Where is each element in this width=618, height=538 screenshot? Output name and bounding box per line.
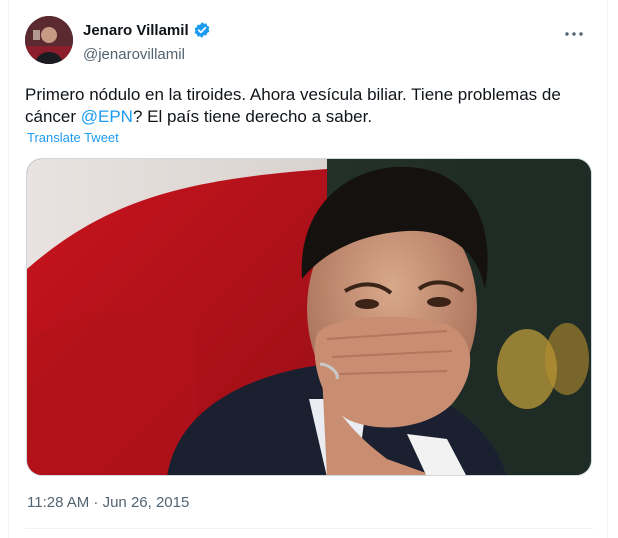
user-handle[interactable]: @jenarovillamil [83, 46, 211, 63]
tweet-photo[interactable] [26, 158, 592, 476]
tweet-header: Jenaro Villamil @jenarovillamil [25, 16, 593, 74]
tweet-timestamp[interactable]: 11:28 AM · Jun 26, 2015 [27, 494, 189, 511]
tweet-text: Primero nódulo en la tiroides. Ahora ves… [25, 84, 595, 128]
tweet-card: Jenaro Villamil @jenarovillamil Primero … [8, 0, 608, 538]
mention-link[interactable]: @EPN [81, 107, 133, 126]
divider [25, 528, 593, 529]
display-name[interactable]: Jenaro Villamil [83, 22, 189, 39]
more-options-icon[interactable] [561, 24, 587, 44]
translate-tweet-link[interactable]: Translate Tweet [27, 130, 119, 145]
verified-badge-icon [194, 22, 209, 38]
avatar[interactable] [25, 16, 73, 64]
author-names: Jenaro Villamil @jenarovillamil [83, 20, 211, 63]
tweet-text-part: ? El país tiene derecho a saber. [132, 107, 373, 126]
